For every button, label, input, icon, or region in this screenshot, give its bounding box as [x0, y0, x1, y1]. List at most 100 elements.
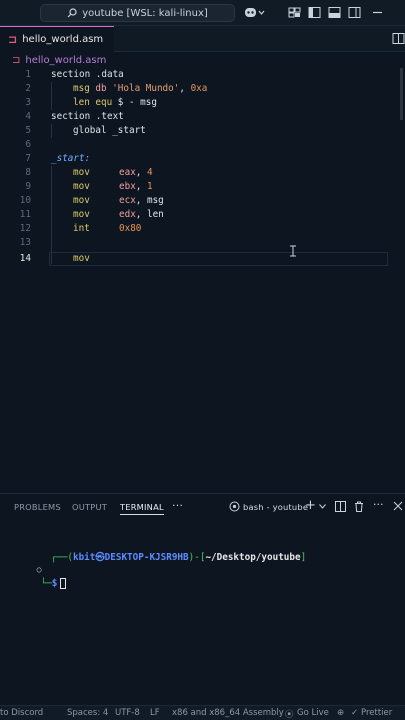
- text-cursor-icon: [290, 245, 296, 257]
- breadcrumb[interactable]: ⊐ hello_world.asm: [0, 52, 405, 68]
- line-number: 5: [25, 125, 31, 136]
- code-line[interactable]: 7 _start:: [0, 152, 405, 166]
- search-icon: [67, 8, 77, 18]
- code-token: ecx: [119, 195, 136, 206]
- code-token: mov: [73, 167, 90, 178]
- code-token: edx: [119, 209, 136, 220]
- code-token: msg: [73, 83, 90, 94]
- line-number: 8: [25, 167, 31, 178]
- indentation-status[interactable]: Spaces: 4: [67, 708, 108, 718]
- code-token: section: [51, 69, 91, 80]
- customize-layout-icon[interactable]: [288, 6, 301, 19]
- breadcrumb-file[interactable]: hello_world.asm: [25, 55, 106, 66]
- line-number: 4: [25, 111, 31, 122]
- code-line[interactable]: 13: [0, 236, 405, 250]
- toggle-secondary-sidebar-icon[interactable]: [348, 6, 361, 19]
- prompt-user-host: kbit㉿DESKTOP-KJSR9HB: [72, 552, 189, 563]
- discord-status[interactable]: to Discord: [0, 708, 43, 718]
- code-token: db: [89, 83, 113, 94]
- search-text: youtube [WSL: kali-linux]: [82, 7, 208, 19]
- tab-label: hello_world.asm: [22, 34, 104, 45]
- terminal-name[interactable]: bash - youtube: [243, 502, 308, 512]
- prompt-frame: )-[: [188, 552, 206, 563]
- code-token: eax: [119, 167, 136, 178]
- new-terminal-icon[interactable]: +: [305, 498, 316, 513]
- code-token: mov: [73, 209, 90, 220]
- line-number: 3: [25, 97, 31, 108]
- code-line[interactable]: 2 msg db 'Hola Mundo', 0xa: [0, 82, 405, 96]
- chevron-down-icon[interactable]: [319, 504, 326, 509]
- code-token: .text: [90, 111, 124, 122]
- terminal-input-line[interactable]: ○ └─$: [3, 549, 67, 589]
- code-token: ebx: [119, 181, 136, 192]
- code-editor[interactable]: 1 section .data 2 msg db 'Hola Mundo', 0…: [0, 68, 405, 493]
- more-actions-icon[interactable]: ···: [172, 499, 183, 512]
- ellipsis-icon[interactable]: ···: [373, 498, 384, 511]
- code-token: $ - msg: [117, 97, 157, 108]
- code-line[interactable]: 3 len equ $ - msg: [0, 96, 405, 110]
- toggle-panel-icon[interactable]: [328, 6, 341, 19]
- code-token: 1: [147, 181, 153, 192]
- code-line[interactable]: 1 section .data: [0, 68, 405, 82]
- tab-problems[interactable]: PROBLEMS: [14, 502, 61, 512]
- prettier-status[interactable]: Prettier: [361, 708, 392, 718]
- tab-output[interactable]: OUTPUT: [72, 502, 107, 512]
- code-token: 4: [147, 167, 153, 178]
- eol-status[interactable]: LF: [150, 708, 160, 718]
- code-token: .data: [90, 69, 124, 80]
- split-terminal-icon[interactable]: [335, 501, 346, 512]
- scrollbar[interactable]: [397, 68, 405, 493]
- line-number: 9: [25, 181, 31, 192]
- split-editor-icon[interactable]: [392, 32, 405, 45]
- bottom-panel: PROBLEMS OUTPUT TERMINAL ··· bash - yout…: [0, 493, 405, 705]
- asm-file-icon: ⊐: [12, 54, 21, 66]
- code-line[interactable]: 5 global _start: [0, 124, 405, 138]
- code-token: , msg: [135, 195, 164, 206]
- code-token: _start: [106, 125, 146, 136]
- line-number: 10: [19, 195, 31, 206]
- tab-hello-world-asm[interactable]: ⊐ hello_world.asm: [0, 26, 114, 52]
- line-number: 11: [19, 209, 31, 220]
- close-panel-icon[interactable]: [393, 501, 403, 511]
- terminal-cursor: [60, 578, 67, 589]
- copilot-icon[interactable]: [244, 6, 266, 19]
- code-line[interactable]: 9 mov ebx, 1: [0, 180, 405, 194]
- trash-icon[interactable]: [354, 501, 364, 512]
- code-line[interactable]: 12 int 0x80: [0, 222, 405, 236]
- code-token: 'Hola Mundo': [112, 83, 180, 94]
- code-line-current[interactable]: 14 mov: [0, 252, 405, 266]
- go-live-icon[interactable]: ⦿: [285, 708, 294, 720]
- prompt-symbol: $: [51, 578, 58, 589]
- code-token: mov: [73, 181, 90, 192]
- code-token: ,: [179, 83, 191, 94]
- command-center-search[interactable]: youtube [WSL: kali-linux]: [40, 4, 235, 22]
- line-number: 1: [25, 69, 31, 80]
- code-line[interactable]: 11 mov edx, len: [0, 208, 405, 222]
- code-token: len: [73, 97, 90, 108]
- code-line[interactable]: 8 mov eax, 4: [0, 166, 405, 180]
- line-number: 14: [19, 253, 31, 264]
- code-token: ,: [135, 181, 147, 192]
- code-line[interactable]: 10 mov ecx, msg: [0, 194, 405, 208]
- code-token: mov: [73, 195, 90, 206]
- prompt-frame: └─: [40, 578, 52, 589]
- code-token: mov: [73, 253, 90, 264]
- tab-terminal[interactable]: TERMINAL: [120, 502, 164, 515]
- terminal-shell-icon: [229, 501, 240, 512]
- asm-file-icon: ⊐: [8, 33, 18, 46]
- language-mode[interactable]: x86 and x86_64 Assembly: [172, 708, 284, 718]
- encoding-status[interactable]: UTF-8: [115, 708, 140, 718]
- scrollbar-thumb[interactable]: [400, 68, 403, 120]
- minimize-icon[interactable]: [371, 6, 384, 19]
- prompt-path: ~/Desktop/youtube: [205, 552, 301, 563]
- panel-tabs: PROBLEMS OUTPUT TERMINAL ··· bash - yout…: [0, 494, 405, 520]
- notifications-icon[interactable]: ⊕: [337, 708, 344, 718]
- go-live-button[interactable]: Go Live: [297, 708, 329, 718]
- code-line[interactable]: 4 section .text: [0, 110, 405, 124]
- editor-tab-bar: ⊐ hello_world.asm: [0, 26, 405, 52]
- line-number: 7: [25, 153, 31, 164]
- toggle-primary-sidebar-icon[interactable]: [308, 6, 321, 19]
- check-icon: ✓: [351, 708, 359, 718]
- code-line[interactable]: 6: [0, 138, 405, 152]
- code-token: int: [73, 223, 90, 234]
